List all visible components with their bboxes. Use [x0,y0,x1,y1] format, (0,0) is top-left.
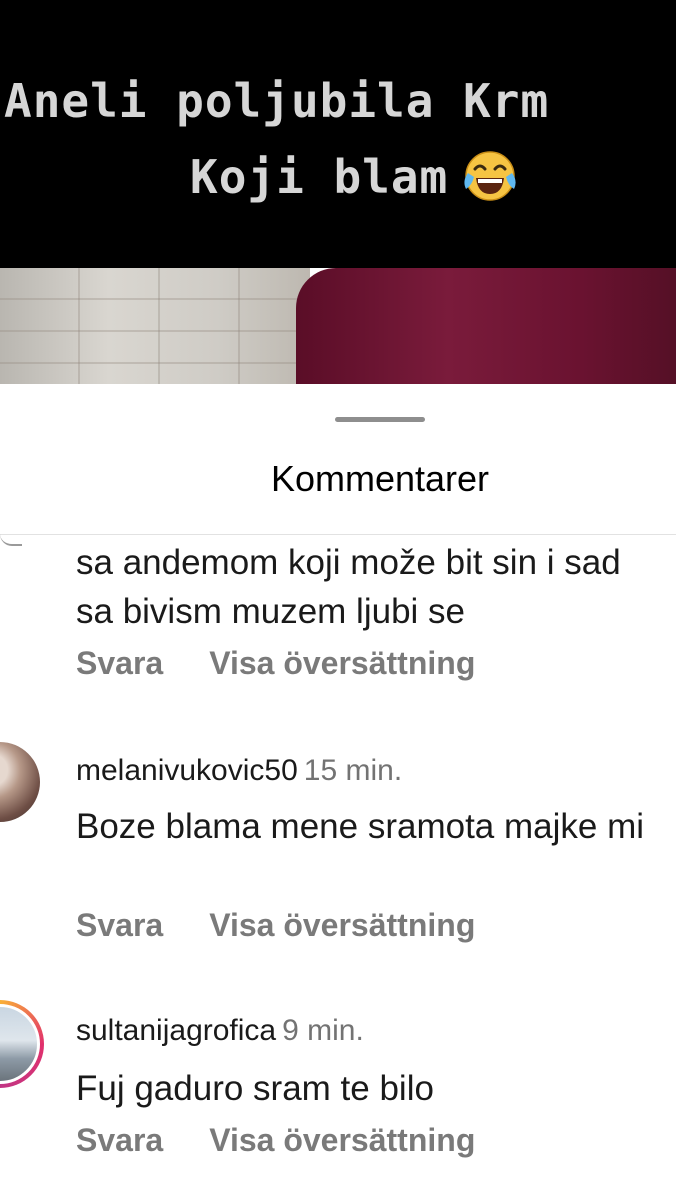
avatar[interactable] [0,1004,40,1084]
comment-actions: Svara Visa översättning [76,645,475,682]
comment-text: Fuj gaduro sram te bilo [76,1069,434,1108]
reply-button[interactable]: Svara [76,907,163,944]
see-translation-button[interactable]: Visa översättning [209,1122,475,1159]
see-translation-button[interactable]: Visa översättning [209,645,475,682]
story-video-frame [0,268,676,384]
see-translation-button[interactable]: Visa översättning [209,907,475,944]
comment-meta: melanivukovic50 15 min. [76,754,402,788]
story-ring-avatar[interactable] [0,1000,44,1088]
comment-time: 15 min. [303,754,403,787]
comments-sheet: Kommentarer sa andemom koji može bit sin… [0,384,676,1201]
comment-username[interactable]: sultanijagrofica [76,1014,276,1047]
reply-button[interactable]: Svara [76,1122,163,1159]
comment-time: 9 min. [282,1014,364,1047]
story-caption-line-2: Koji blam [190,150,518,209]
comment-actions: Svara Visa översättning [76,907,475,944]
story-caption-line-1: Aneli poljubila Krm [4,74,550,128]
comment-meta: sultanijagrofica 9 min. [76,1014,364,1048]
avatar[interactable] [0,742,40,822]
comment-actions: Svara Visa översättning [76,1122,475,1159]
story-caption-text: Koji blam [190,150,449,204]
reply-button[interactable]: Svara [76,645,163,682]
brick-joints [0,268,310,384]
comment-username[interactable]: melanivukovic50 [76,754,298,787]
red-clothing-area [296,268,676,384]
comment-text: Boze blama mene sramota majke mi [76,807,644,846]
laughing-crying-emoji-icon [462,147,518,203]
partial-avatar [0,534,22,546]
comments-list[interactable]: sa andemom koji može bit sin i sad sa bi… [0,384,676,1201]
story-caption-area: Aneli poljubila Krm Koji blam [0,0,676,268]
comment-text: sa andemom koji može bit sin i sad sa bi… [76,543,621,631]
